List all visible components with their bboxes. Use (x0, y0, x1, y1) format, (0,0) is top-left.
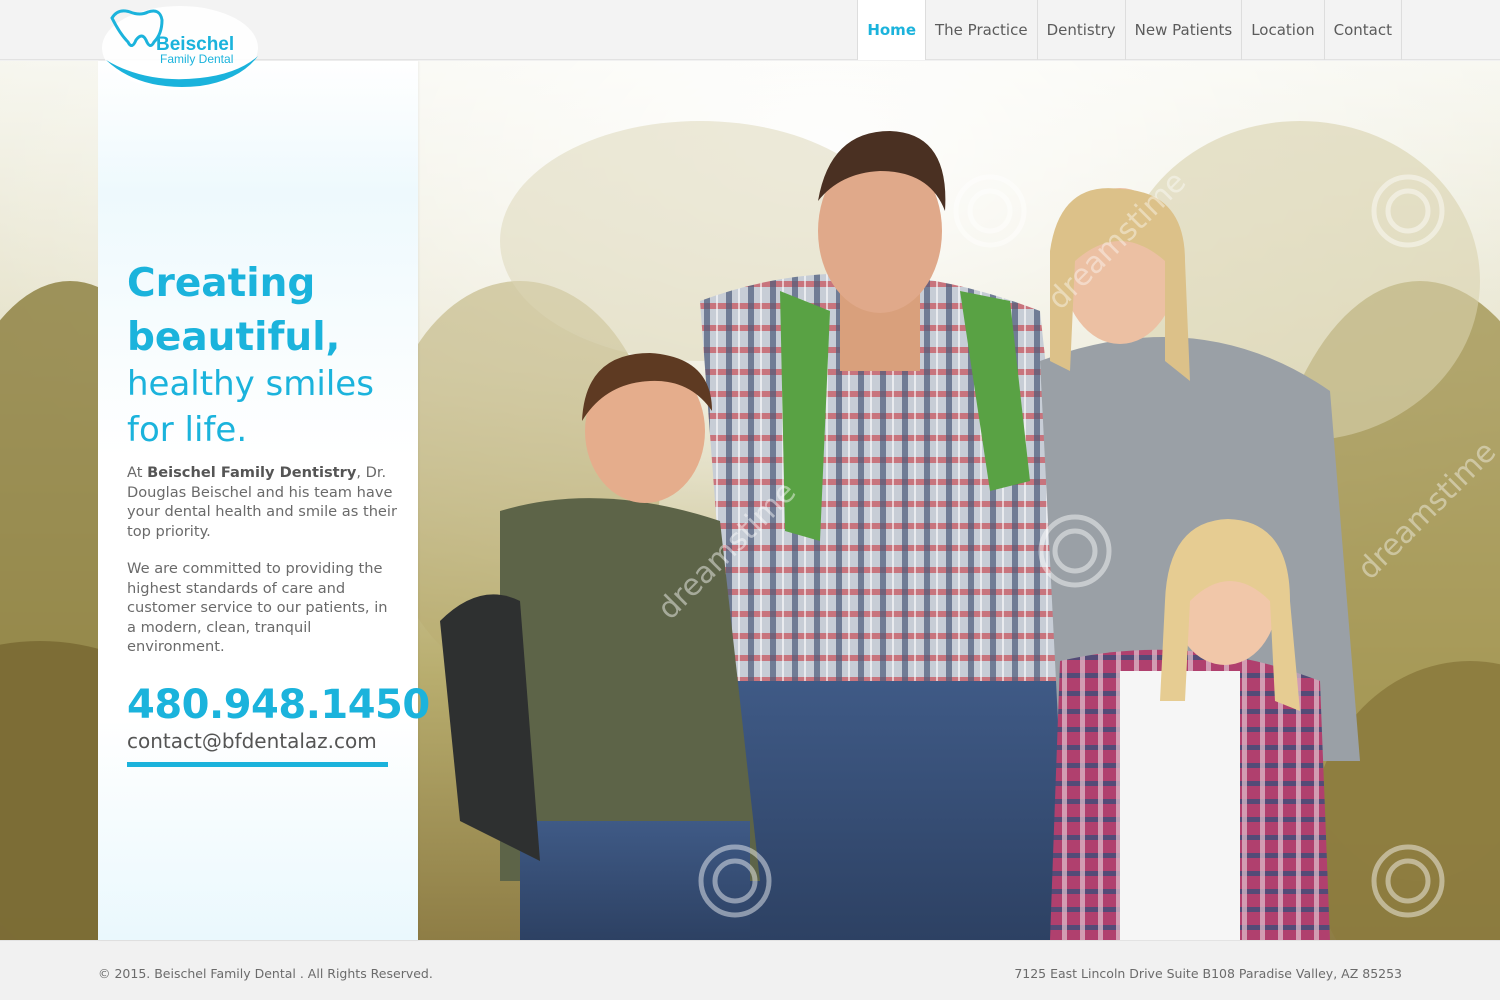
email-link[interactable]: contact@bfdentalaz.com (127, 727, 377, 755)
address-text: 7125 East Lincoln Drive Suite B108 Parad… (1014, 966, 1402, 981)
accent-divider (127, 762, 388, 767)
headline-line-4: for life. (127, 410, 248, 450)
nav-new-patients[interactable]: New Patients (1124, 0, 1242, 60)
headline-bold: Creating beautiful, (127, 257, 407, 365)
main-nav: Home The Practice Dentistry New Patients… (857, 0, 1402, 60)
nav-dentistry[interactable]: Dentistry (1036, 0, 1125, 60)
headline-light: healthy smiles for life. (127, 361, 407, 453)
intro-paragraph: At Beischel Family Dentistry, Dr. Dougla… (127, 463, 399, 541)
nav-location[interactable]: Location (1241, 0, 1323, 60)
copyright-text: © 2015. Beischel Family Dental . All Rig… (98, 966, 433, 981)
intro-prefix: At (127, 464, 148, 481)
site-footer: © 2015. Beischel Family Dental . All Rig… (0, 940, 1500, 1000)
headline-line-1: Creating (127, 261, 316, 306)
nav-the-practice[interactable]: The Practice (925, 0, 1037, 60)
site-logo[interactable]: Beischel Family Dental (100, 0, 262, 92)
intro-panel: Creating beautiful, healthy smiles for l… (98, 61, 430, 940)
svg-text:Family Dental: Family Dental (160, 52, 233, 66)
phone-link[interactable]: 480.948.1450 (127, 680, 430, 730)
tooth-logo-icon: Beischel Family Dental (102, 6, 258, 90)
headline-line-2: beautiful, (127, 315, 341, 360)
commitment-paragraph: We are committed to providing the highes… (127, 560, 388, 655)
headline-line-3: healthy smiles (127, 364, 374, 404)
practice-name: Beischel Family Dentistry (147, 464, 357, 481)
nav-home[interactable]: Home (857, 0, 925, 60)
nav-contact[interactable]: Contact (1323, 0, 1402, 60)
